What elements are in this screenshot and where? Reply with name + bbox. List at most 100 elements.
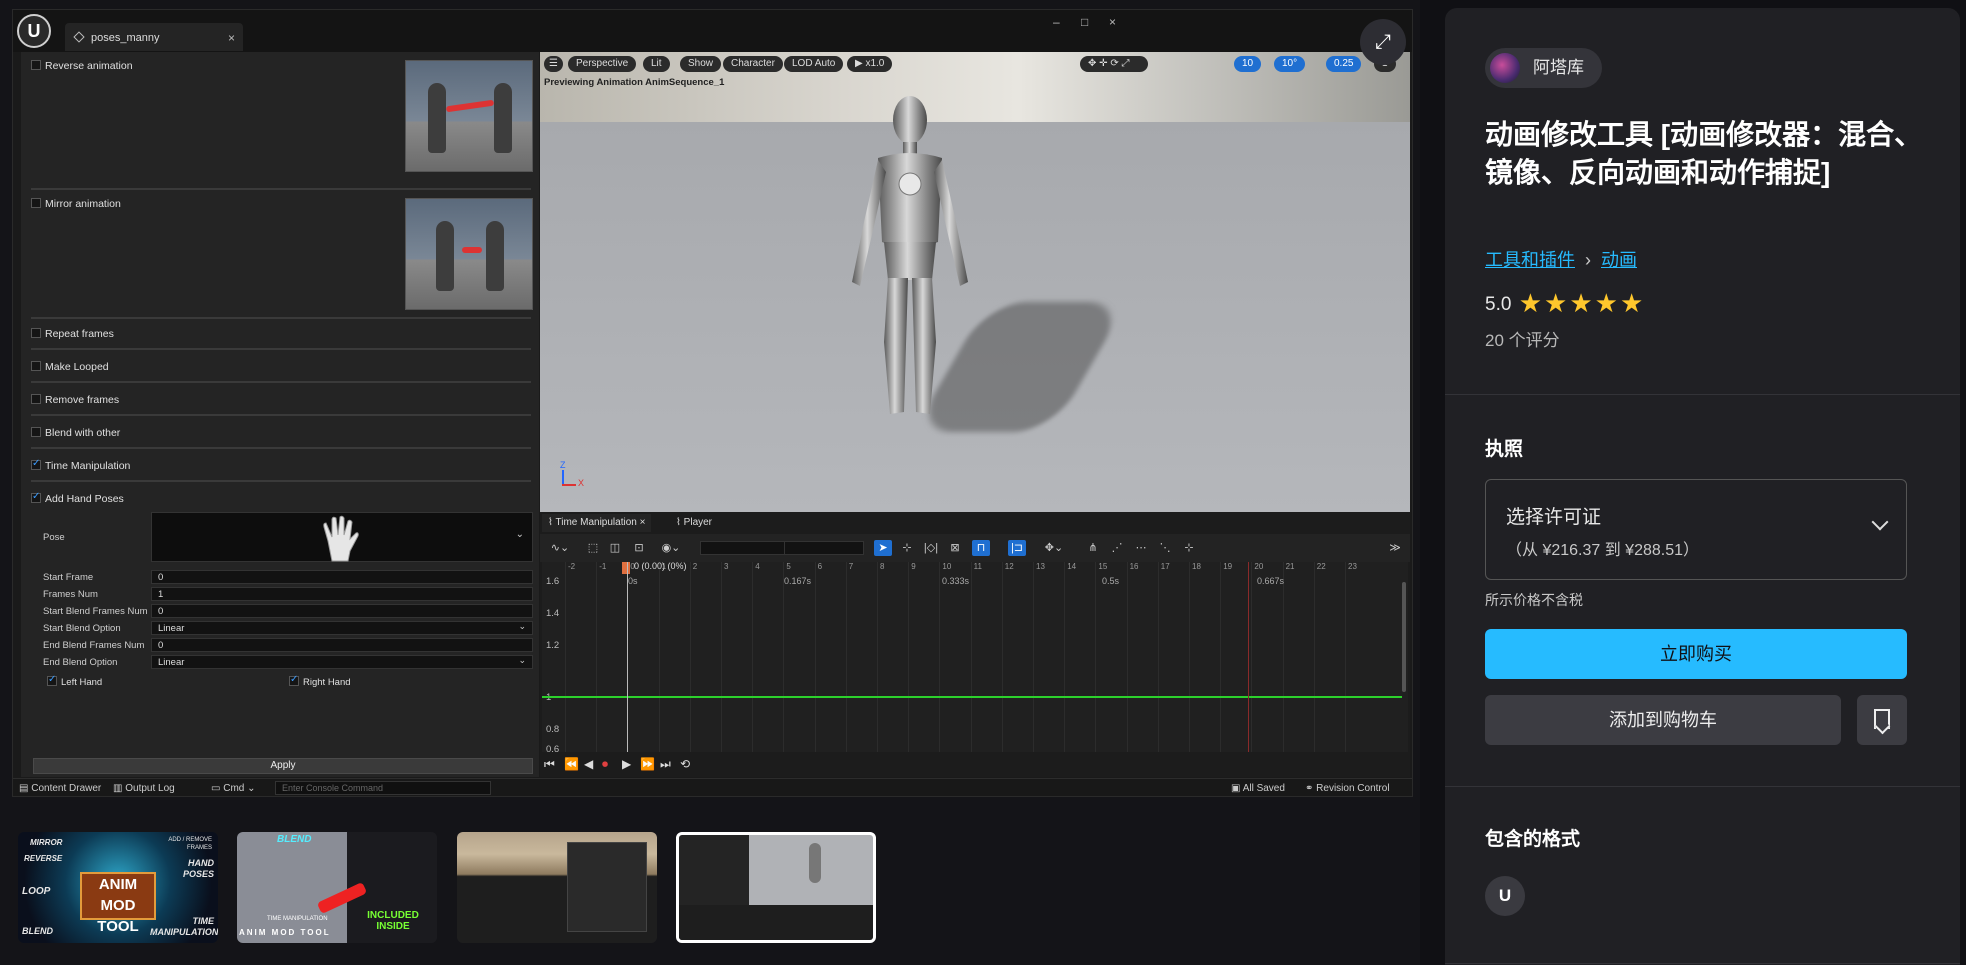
fit-icon[interactable]: ⊡ [630, 540, 648, 556]
record-icon[interactable]: ⏺ [602, 757, 608, 772]
breadcrumb-link-tools[interactable]: 工具和插件 [1485, 250, 1575, 270]
frame-icon[interactable]: ◫ [606, 540, 624, 556]
close-icon[interactable]: × [640, 517, 646, 528]
checkbox[interactable] [47, 674, 57, 686]
tangent-icon[interactable]: ⋰ [1108, 540, 1126, 556]
seller-chip[interactable]: 阿塔库 [1485, 48, 1602, 88]
scale-snap-button[interactable]: 0.25 [1326, 56, 1362, 72]
time-label: 0.167s [784, 576, 812, 586]
view-options-icon[interactable]: ◉⌄ [656, 540, 686, 556]
right-hand-checkbox[interactable]: Right Hand [289, 674, 489, 688]
content-drawer-button[interactable]: ▤ Content Drawer [19, 783, 101, 794]
expand-icon[interactable]: ⤢ [1360, 19, 1406, 65]
lit-button[interactable]: Lit [643, 56, 670, 72]
checkbox[interactable] [31, 328, 41, 338]
playhead-handle[interactable] [622, 562, 630, 574]
revision-control-button[interactable]: ⚭ Revision Control [1305, 783, 1390, 794]
pose-picker[interactable]: ⌄ [151, 512, 533, 562]
option-remove[interactable]: Remove frames [31, 394, 531, 406]
option-hand-poses[interactable]: Add Hand Poses [31, 491, 531, 505]
move-icon[interactable]: ✥⌄ [1040, 540, 1068, 556]
rotation-snap-button[interactable]: 10° [1274, 56, 1306, 72]
transform-tools[interactable]: ✥ ✛ ⟳ ⤢ [1080, 56, 1148, 72]
lod-button[interactable]: LOD Auto [784, 56, 844, 72]
option-looped[interactable]: Make Looped [31, 361, 531, 373]
retime-icon[interactable]: |◇| [922, 540, 940, 556]
gallery-thumb-4[interactable] [676, 832, 876, 943]
checkbox[interactable] [31, 361, 41, 371]
select-icon[interactable]: ⬚ [584, 540, 602, 556]
checkbox[interactable] [31, 60, 41, 70]
tangent-icon[interactable]: ⊹ [1180, 540, 1198, 556]
gallery-thumb-1[interactable]: MIRROR REVERSE HAND POSES LOOP BLEND TIM… [18, 832, 218, 943]
unreal-engine-format-icon[interactable]: U [1485, 876, 1525, 916]
value-input[interactable] [784, 541, 864, 555]
checkbox[interactable] [31, 427, 41, 437]
frames-num-input[interactable]: 1 [151, 587, 533, 601]
jump-start-icon[interactable]: ⏮ [544, 757, 555, 772]
curve-mode-icon[interactable]: ∿⌄ [546, 540, 574, 556]
output-log-button[interactable]: ▥ Output Log [113, 783, 175, 794]
gallery-thumb-2[interactable]: BLEND INCLUDED INSIDE ANIM MOD TOOL TIME… [237, 832, 437, 943]
end-blend-option-select[interactable]: Linear ⌄ [151, 655, 533, 669]
rating-stars: ★★★★★ [1517, 288, 1644, 318]
add-to-cart-button[interactable]: 添加到购物车 [1485, 695, 1841, 745]
minimize-icon[interactable]: – [1053, 15, 1060, 29]
play-icon[interactable]: ▶ [622, 757, 631, 771]
option-time[interactable]: Time Manipulation [31, 458, 531, 472]
preview-viewport[interactable]: ☰ Perspective Lit Show Character LOD Aut… [540, 52, 1410, 512]
more-icon[interactable]: ≫ [1386, 540, 1404, 556]
cmd-button[interactable]: ▭ Cmd ⌄ [211, 783, 256, 794]
option-blend[interactable]: Blend with other [31, 427, 531, 439]
console-input[interactable]: Enter Console Command [275, 781, 491, 795]
start-blend-option-select[interactable]: Linear ⌄ [151, 621, 533, 635]
buy-now-button[interactable]: 立即购买 [1485, 629, 1907, 679]
play-rate-button[interactable]: ▶ x1.0 [847, 56, 893, 72]
apply-button[interactable]: Apply [33, 758, 533, 774]
play-reverse-icon[interactable]: ◀ [584, 757, 593, 771]
marquee-icon[interactable]: ⊹ [898, 540, 916, 556]
pointer-icon[interactable]: ➤ [874, 540, 892, 556]
grid-snap-button[interactable]: 10 [1234, 56, 1262, 72]
window-close-icon[interactable]: × [1109, 15, 1116, 29]
asset-tab[interactable]: poses_manny × [65, 23, 243, 51]
tangent-icon[interactable]: ⋱ [1156, 540, 1174, 556]
step-back-icon[interactable]: ⏪ [564, 757, 579, 771]
tab-player[interactable]: ⌇ Player [670, 514, 718, 532]
review-count[interactable]: 20 个评分 [1485, 326, 1560, 351]
start-blend-frames-input[interactable]: 0 [151, 604, 533, 618]
curve-graph[interactable]: -2 -1 0 1 2 3 4 5 6 7 8 9 10 11 12 13 14 15 16 17 18 19 20 21 22… [542, 561, 1408, 755]
tab-time-manipulation[interactable]: ⌇ Time Manipulation × [542, 514, 652, 532]
snap-icon[interactable]: ⊓ [972, 540, 990, 556]
checkbox[interactable] [31, 458, 41, 470]
jump-end-icon[interactable]: ⏭ [660, 757, 671, 772]
vertical-scrollbar[interactable] [1402, 582, 1406, 692]
select-value: Linear [158, 623, 185, 634]
curve-line[interactable] [542, 696, 1402, 698]
show-button[interactable]: Show [680, 56, 722, 72]
snap-time-icon[interactable]: |⊐ [1008, 540, 1026, 556]
checkbox[interactable] [31, 491, 41, 503]
checkbox[interactable] [31, 198, 41, 208]
tangent-icon[interactable]: ⋔ [1084, 540, 1102, 556]
step-forward-icon[interactable]: ⏩ [640, 757, 655, 771]
breadcrumb-link-animation[interactable]: 动画 [1601, 250, 1637, 270]
end-blend-frames-input[interactable]: 0 [151, 638, 533, 652]
transform-icon[interactable]: ⊠ [946, 540, 964, 556]
gallery-thumb-3[interactable] [457, 832, 657, 943]
checkbox[interactable] [31, 394, 41, 404]
character-button[interactable]: Character [723, 56, 783, 72]
chevron-down-icon[interactable]: ⌄ [516, 529, 524, 540]
tangent-icon[interactable]: ⋯ [1132, 540, 1150, 556]
loop-icon[interactable]: ⟲ [680, 757, 690, 771]
close-icon[interactable]: × [228, 31, 235, 45]
menu-icon[interactable]: ☰ [544, 56, 563, 72]
start-frame-input[interactable]: 0 [151, 570, 533, 584]
option-repeat[interactable]: Repeat frames [31, 328, 531, 340]
license-select[interactable]: 选择许可证 （从 ¥216.37 到 ¥288.51） [1485, 479, 1907, 580]
maximize-icon[interactable]: □ [1081, 15, 1088, 29]
perspective-button[interactable]: Perspective [568, 56, 637, 72]
checkbox[interactable] [289, 674, 299, 686]
wishlist-button[interactable] [1857, 695, 1907, 745]
saved-indicator[interactable]: ▣ All Saved [1231, 783, 1285, 794]
